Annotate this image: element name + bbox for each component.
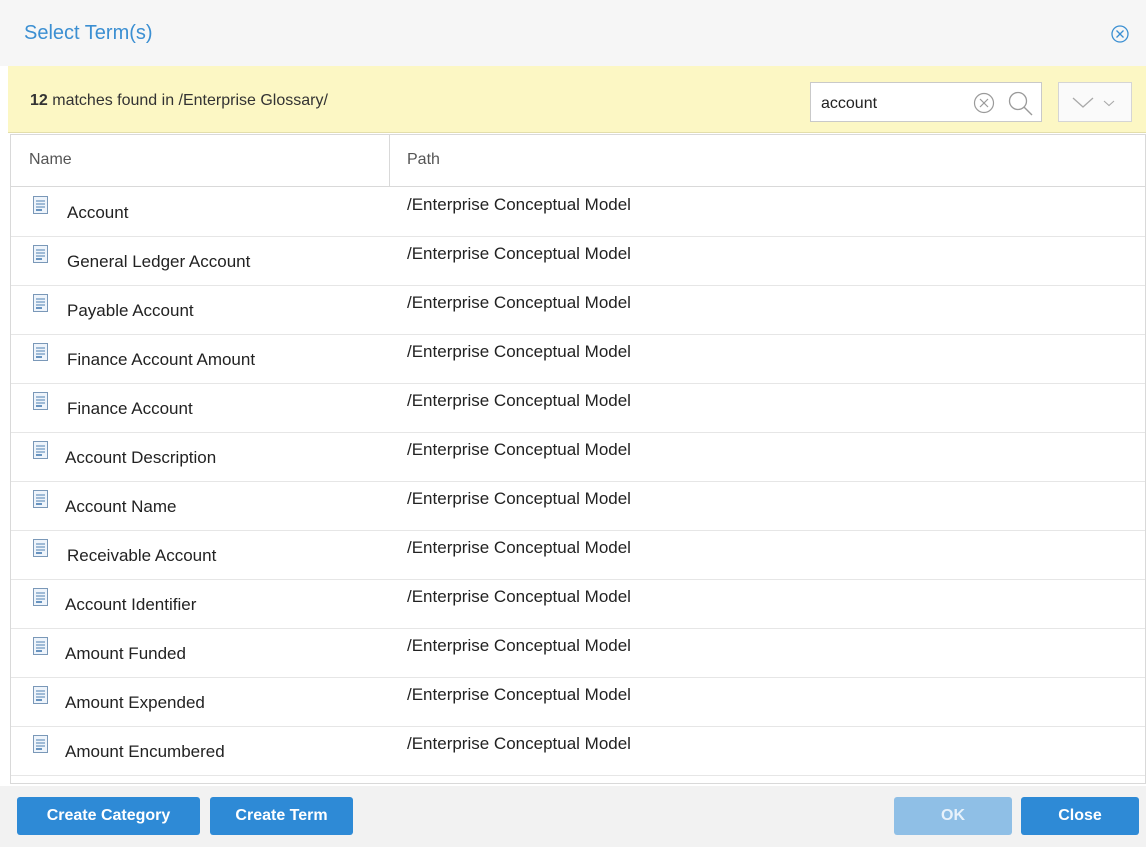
table-row[interactable]: Amount Encumbered/Enterprise Conceptual … — [11, 726, 1145, 776]
term-name: Account — [67, 203, 129, 222]
table-row[interactable]: Account Identifier/Enterprise Conceptual… — [11, 579, 1145, 629]
term-path: /Enterprise Conceptual Model — [407, 489, 631, 508]
term-path: /Enterprise Conceptual Model — [407, 538, 631, 557]
term-document-icon — [33, 196, 48, 214]
search-query[interactable]: account — [821, 95, 877, 113]
dialog-titlebar: Select Term(s) — [0, 0, 1146, 66]
chevron-down-icon — [1072, 97, 1115, 108]
term-name: Finance Account Amount — [67, 350, 256, 369]
column-header-path[interactable]: Path — [407, 151, 440, 169]
search-results-bar: 12 matches found in /Enterprise Glossary… — [8, 66, 1146, 133]
table-row[interactable]: Amount Funded/Enterprise Conceptual Mode… — [11, 628, 1145, 678]
search-icon[interactable] — [1007, 90, 1035, 116]
table-row[interactable]: Finance Account Amount/Enterprise Concep… — [11, 334, 1145, 384]
dialog-title: Select Term(s) — [24, 22, 153, 44]
term-path: /Enterprise Conceptual Model — [407, 391, 631, 410]
term-document-icon — [33, 539, 48, 557]
table-row[interactable]: Payable Account/Enterprise Conceptual Mo… — [11, 285, 1145, 335]
term-document-icon — [33, 343, 48, 361]
term-document-icon — [33, 490, 48, 508]
table-row[interactable]: Finance Account/Enterprise Conceptual Mo… — [11, 383, 1145, 433]
table-row[interactable]: Receivable Account/Enterprise Conceptual… — [11, 530, 1145, 580]
table-row[interactable]: Account Name/Enterprise Conceptual Model — [11, 481, 1145, 531]
ok-button[interactable]: OK — [894, 797, 1012, 835]
table-row[interactable]: General Ledger Account/Enterprise Concep… — [11, 236, 1145, 286]
close-button[interactable]: Close — [1021, 797, 1139, 835]
term-path: /Enterprise Conceptual Model — [407, 293, 631, 312]
term-document-icon — [33, 686, 48, 704]
term-name: General Ledger Account — [67, 252, 251, 271]
term-document-icon — [33, 294, 48, 312]
table-header: Name Path — [11, 135, 1145, 187]
term-name: Account Description — [65, 448, 217, 467]
term-name: Payable Account — [67, 301, 194, 320]
term-name: Amount Expended — [65, 693, 205, 712]
terms-table: Name Path Account/Enterprise Conceptual … — [10, 134, 1146, 784]
table-row[interactable]: Amount Expended/Enterprise Conceptual Mo… — [11, 677, 1145, 727]
dialog-footer: Create Category Create Term OK Close — [0, 786, 1146, 847]
match-summary: 12 matches found in /Enterprise Glossary… — [30, 92, 328, 110]
match-text: matches found in /Enterprise Glossary/ — [47, 92, 328, 109]
table-row[interactable]: Account/Enterprise Conceptual Model — [11, 187, 1145, 237]
term-path: /Enterprise Conceptual Model — [407, 342, 631, 361]
term-name: Account Name — [65, 497, 177, 516]
term-name: Receivable Account — [67, 546, 217, 565]
term-name: Account Identifier — [65, 595, 197, 614]
term-document-icon — [33, 245, 48, 263]
term-name: Amount Encumbered — [65, 742, 225, 761]
term-path: /Enterprise Conceptual Model — [407, 685, 631, 704]
term-path: /Enterprise Conceptual Model — [407, 440, 631, 459]
search-options-dropdown[interactable] — [1058, 82, 1132, 122]
clear-search-icon[interactable] — [973, 92, 995, 114]
search-input[interactable]: account — [810, 82, 1042, 122]
term-document-icon — [33, 441, 48, 459]
create-category-button[interactable]: Create Category — [17, 797, 200, 835]
column-header-name[interactable]: Name — [29, 151, 72, 169]
term-document-icon — [33, 392, 48, 410]
select-terms-dialog: Select Term(s) 12 matches found in /Ente… — [0, 0, 1146, 847]
table-row[interactable]: Account Description/Enterprise Conceptua… — [11, 432, 1145, 482]
term-document-icon — [33, 637, 48, 655]
term-path: /Enterprise Conceptual Model — [407, 244, 631, 263]
term-document-icon — [33, 588, 48, 606]
term-document-icon — [33, 735, 48, 753]
term-name: Finance Account — [67, 399, 193, 418]
match-count: 12 — [30, 92, 48, 109]
close-circle-icon[interactable] — [1111, 25, 1129, 43]
term-path: /Enterprise Conceptual Model — [407, 636, 631, 655]
create-term-button[interactable]: Create Term — [210, 797, 353, 835]
column-divider[interactable] — [389, 135, 390, 186]
term-path: /Enterprise Conceptual Model — [407, 587, 631, 606]
term-path: /Enterprise Conceptual Model — [407, 195, 631, 214]
term-name: Amount Funded — [65, 644, 186, 663]
term-path: /Enterprise Conceptual Model — [407, 734, 631, 753]
